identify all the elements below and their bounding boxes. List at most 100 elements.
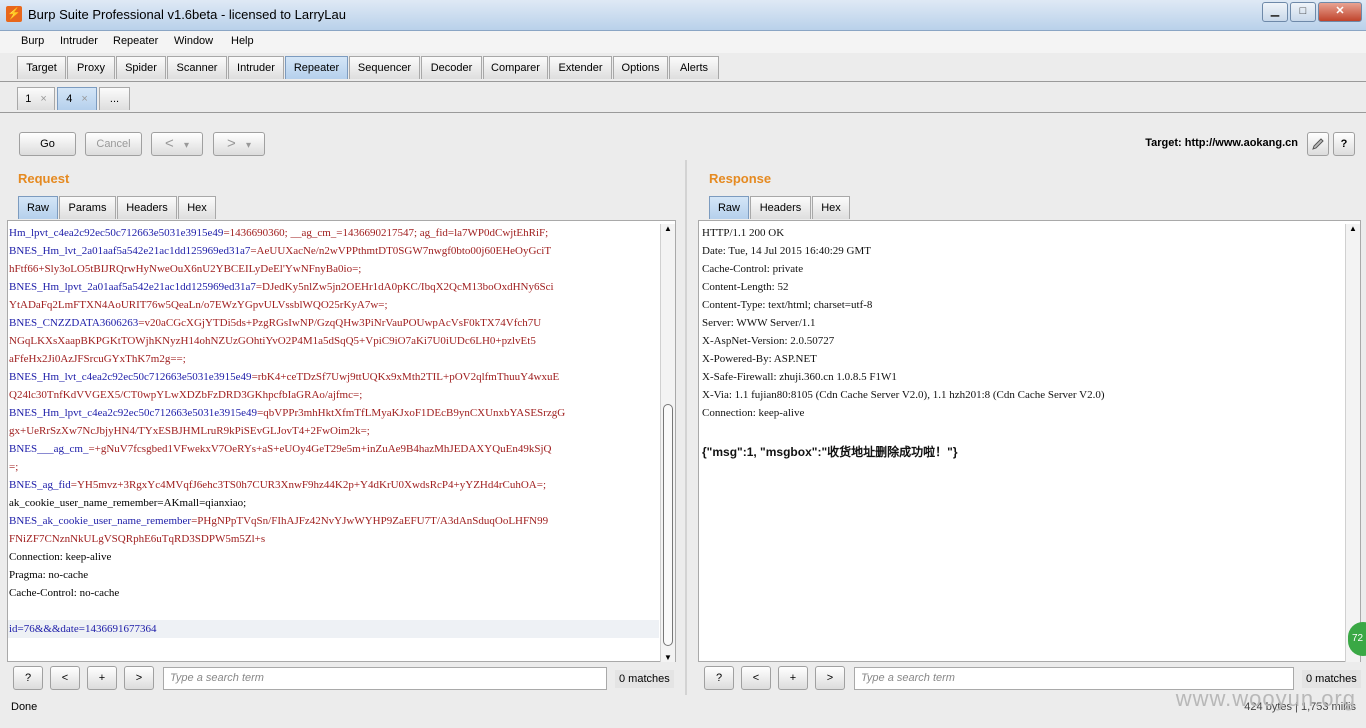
- response-tab-headers[interactable]: Headers: [750, 196, 811, 219]
- title-bar: ⚡ Burp Suite Professional v1.6beta - lic…: [0, 0, 1366, 31]
- request-next-button[interactable]: >: [124, 666, 154, 690]
- request-scrollbar[interactable]: ▲ ▼: [660, 224, 675, 662]
- response-tab-hex[interactable]: Hex: [812, 196, 850, 219]
- cookie-value: =DJedKy5nlZw5jn2OEHr1dA0pKC/IbqX2QcM13bo…: [255, 281, 554, 293]
- burp-icon: ⚡: [6, 6, 22, 22]
- pane-divider[interactable]: [685, 160, 687, 695]
- response-help-button[interactable]: ?: [704, 666, 734, 690]
- maximize-button[interactable]: □: [1290, 2, 1316, 22]
- request-help-button[interactable]: ?: [13, 666, 43, 690]
- cookie-value: =rbK4+ceTDzSf7Uwj9ttUQKx9xMth2TIL+pOV2ql…: [251, 371, 560, 383]
- cookie-value: =AeUUXacNe/n2wVPPthmtDT0SGW7nwgf0bto00j6…: [250, 245, 552, 257]
- tab-alerts[interactable]: Alerts: [669, 56, 719, 79]
- tab-comparer[interactable]: Comparer: [483, 56, 548, 79]
- request-line-text: FNiZF7CNznNkULgVSQRphE6uTqRD3SDPW5m5Zl+s: [9, 533, 266, 545]
- request-line: id=76&&&date=1436691677364: [9, 623, 156, 635]
- tab-scanner[interactable]: Scanner: [167, 56, 227, 79]
- request-line: Cache-Control: no-cache: [9, 587, 119, 599]
- request-line: BNES_Hm_lpvt_c4ea2c92ec50c712663e5031e39…: [9, 407, 565, 419]
- tab-intruder[interactable]: Intruder: [228, 56, 284, 79]
- response-editor[interactable]: [698, 220, 1361, 662]
- tab-options[interactable]: Options: [613, 56, 668, 79]
- request-tab-headers[interactable]: Headers: [117, 196, 177, 219]
- response-header-line: HTTP/1.1 200 OK: [702, 227, 785, 239]
- request-line-text: aFfeHx2Ji0AzJFSrcuGYxThK7m2g==;: [9, 353, 186, 365]
- response-header-line: Date: Tue, 14 Jul 2015 16:40:29 GMT: [702, 245, 871, 257]
- cookie-name: Hm_lpvt_c4ea2c92ec50c712663e5031e3915e49: [9, 227, 224, 239]
- request-line: BNES_Hm_lvt_2a01aaf5a542e21ac1dd125969ed…: [9, 245, 551, 257]
- minimize-button[interactable]: ▁: [1262, 2, 1288, 22]
- repeater-tab-1[interactable]: 1 ×: [17, 87, 55, 110]
- repeater-tab-4[interactable]: 4 ×: [57, 87, 97, 110]
- request-line: Connection: keep-alive: [9, 551, 111, 563]
- menu-help[interactable]: Help: [231, 35, 254, 47]
- scroll-up-icon[interactable]: ▲: [661, 224, 675, 233]
- status-text: Done: [11, 701, 38, 713]
- request-line: FNiZF7CNznNkULgVSQRphE6uTqRD3SDPW5m5Zl+s: [9, 533, 265, 545]
- close-tab-icon[interactable]: ×: [40, 93, 46, 105]
- request-line-text: ak_cookie_user_name_remember=AKmall=qian…: [9, 497, 247, 509]
- request-tab-params[interactable]: Params: [59, 196, 116, 219]
- tab-decoder[interactable]: Decoder: [421, 56, 482, 79]
- menu-burp[interactable]: Burp: [21, 35, 44, 47]
- response-header-line: X-Safe-Firewall: zhuji.360.cn 1.0.8.5 F1…: [702, 371, 897, 383]
- response-header-line: X-Via: 1.1 fujian80:8105 (Cdn Cache Serv…: [702, 389, 1105, 401]
- cancel-button[interactable]: Cancel: [85, 132, 142, 156]
- cookie-value: =1436690360; __ag_cm_=1436690217547; ag_…: [223, 227, 549, 239]
- close-button[interactable]: ✕: [1318, 2, 1362, 22]
- menu-intruder[interactable]: Intruder: [60, 35, 98, 47]
- window-title: Burp Suite Professional v1.6beta - licen…: [28, 7, 346, 22]
- response-header-line: Server: WWW Server/1.1: [702, 317, 816, 329]
- scroll-thumb[interactable]: [663, 404, 673, 646]
- request-line: YtADaFq2LmFTXN4AoURIT76w5QeaLn/o7EWzYGpv…: [9, 299, 388, 311]
- request-line: Hm_lpvt_c4ea2c92ec50c712663e5031e3915e49…: [9, 227, 548, 239]
- main-tabs: Target Proxy Spider Scanner Intruder Rep…: [0, 55, 1366, 82]
- request-search-input[interactable]: Type a search term: [163, 667, 607, 690]
- response-header-line: X-Powered-By: ASP.NET: [702, 353, 817, 365]
- response-scrollbar[interactable]: ▲: [1345, 224, 1360, 662]
- new-tab-button[interactable]: ...: [99, 87, 130, 110]
- menu-repeater[interactable]: Repeater: [113, 35, 158, 47]
- help-button[interactable]: ?: [1333, 132, 1355, 156]
- request-line: gx+UeRrSzXw7NcJbjyHN4/TYxESBJHMLruR9kPiS…: [9, 425, 370, 437]
- response-next-button[interactable]: >: [815, 666, 845, 690]
- response-tab-raw[interactable]: Raw: [709, 196, 749, 219]
- request-line: ak_cookie_user_name_remember=AKmall=qian…: [9, 497, 246, 509]
- request-prev-button[interactable]: <: [50, 666, 80, 690]
- cookie-value: =PHgNPpTVqSn/FIhAJFz42NvYJwWYHP9ZaEFU7T/…: [191, 515, 549, 527]
- chevron-down-icon[interactable]: ▾: [184, 140, 189, 151]
- cookie-name: BNES___ag_cm_: [9, 443, 89, 455]
- cookie-name: BNES_ag_fid: [9, 479, 71, 491]
- cookie-name: BNES_Hm_lvt_c4ea2c92ec50c712663e5031e391…: [9, 371, 252, 383]
- scroll-down-icon[interactable]: ▼: [661, 653, 675, 662]
- request-line-text: YtADaFq2LmFTXN4AoURIT76w5QeaLn/o7EWzYGpv…: [9, 299, 388, 311]
- cookie-name: BNES_Hm_lpvt_c4ea2c92ec50c712663e5031e39…: [9, 407, 258, 419]
- tab-proxy[interactable]: Proxy: [67, 56, 115, 79]
- request-tab-raw[interactable]: Raw: [18, 196, 58, 219]
- chevron-down-icon[interactable]: ▾: [246, 140, 251, 151]
- menu-window[interactable]: Window: [174, 35, 213, 47]
- request-line-text: id=76&&&date=1436691677364: [9, 623, 157, 635]
- close-tab-icon[interactable]: ×: [81, 93, 87, 105]
- response-prev-button[interactable]: <: [741, 666, 771, 690]
- request-line: Pragma: no-cache: [9, 569, 88, 581]
- target-label: Target: http://www.aokang.cn: [1145, 137, 1298, 149]
- tab-sequencer[interactable]: Sequencer: [349, 56, 420, 79]
- edit-target-button[interactable]: [1307, 132, 1329, 156]
- request-add-button[interactable]: +: [87, 666, 117, 690]
- scroll-up-icon[interactable]: ▲: [1346, 224, 1360, 233]
- tab-repeater[interactable]: Repeater: [285, 56, 348, 79]
- tab-target[interactable]: Target: [17, 56, 66, 79]
- request-line-text: Connection: keep-alive: [9, 551, 112, 563]
- response-add-button[interactable]: +: [778, 666, 808, 690]
- request-line-text: Cache-Control: no-cache: [9, 587, 120, 599]
- watermark: www.wooyun.org: [1175, 686, 1356, 711]
- forward-button[interactable]: > ▾: [213, 132, 265, 156]
- tab-extender[interactable]: Extender: [549, 56, 612, 79]
- back-arrow-icon: <: [165, 135, 174, 152]
- go-button[interactable]: Go: [19, 132, 76, 156]
- pencil-icon: [1312, 138, 1324, 150]
- request-tab-hex[interactable]: Hex: [178, 196, 216, 219]
- back-button[interactable]: < ▾: [151, 132, 203, 156]
- tab-spider[interactable]: Spider: [116, 56, 166, 79]
